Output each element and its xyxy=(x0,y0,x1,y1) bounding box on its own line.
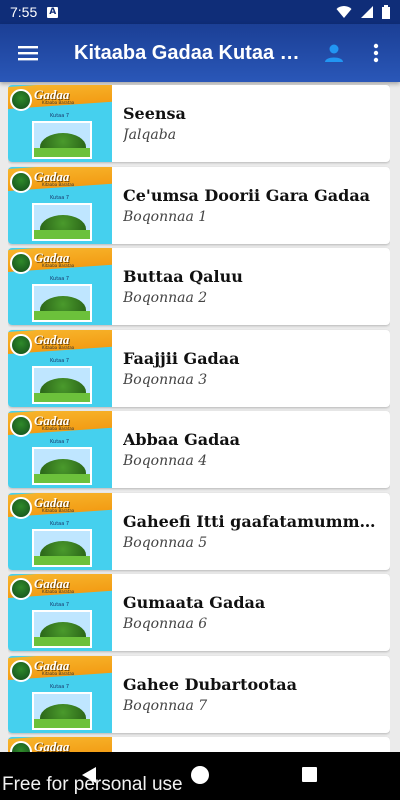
chapter-subtitle: Boqonnaa 7 xyxy=(123,697,208,714)
hill-photo xyxy=(32,610,92,648)
tree-logo-icon xyxy=(10,89,32,111)
thumbnail-subtitle: Kitaaba Barataa xyxy=(42,181,75,187)
recents-icon[interactable] xyxy=(302,767,317,782)
hill-photo xyxy=(32,365,92,404)
app-bar: Kitaaba Gadaa Kutaa 7... xyxy=(0,24,400,82)
chapter-thumbnail: GadaaKitaaba BarataaKutaa 7 xyxy=(8,248,112,325)
thumbnail-grade: Kutaa 7 xyxy=(50,276,70,282)
chapter-subtitle: Boqonnaa 5 xyxy=(123,534,208,551)
chapter-title: Gaheefi Itti gaafatamummaa... xyxy=(123,511,390,531)
thumbnail-grade: Kutaa 7 xyxy=(50,602,70,608)
status-icons xyxy=(336,5,390,19)
thumbnail-subtitle: Kitaaba Barataa xyxy=(42,263,75,268)
thumbnail-grade: Kutaa 7 xyxy=(50,357,70,364)
chapter-text: Gaheefi Itti gaafatamummaa... Boqonnaa 5 xyxy=(123,512,390,551)
chapter-thumbnail: GadaaKitaaba BarataaKutaa 7 xyxy=(8,574,112,651)
chapter-text: Buttaa Qaluu Boqonnaa 2 xyxy=(123,267,390,306)
tree-logo-icon xyxy=(10,496,32,519)
chapter-thumbnail: GadaaKitaaba BarataaKutaa 7 xyxy=(8,411,112,488)
hill-photo xyxy=(32,121,92,159)
chapter-card-partial[interactable]: GadaaKitaaba BarataaKutaa 7 xyxy=(8,737,390,752)
tree-logo-icon xyxy=(10,170,32,193)
battery-icon xyxy=(382,5,390,19)
account-icon[interactable] xyxy=(322,41,346,65)
chapter-card[interactable]: Gadaa Kitaaba Barataa Kutaa 7 Gaheefi Itti … xyxy=(8,492,390,570)
thumbnail-subtitle: Kitaaba Barataa xyxy=(42,589,75,594)
chapter-list[interactable]: Gadaa Kitaaba Barataa Kutaa 7 Seensa Jalqaba… xyxy=(8,84,390,752)
chapter-card[interactable]: Gadaa Kitaaba Barataa Kutaa 7 Ce'umsa Doori… xyxy=(8,166,390,244)
tree-logo-icon xyxy=(10,659,32,682)
chapter-card[interactable]: Gadaa Kitaaba Barataa Kutaa 7 Gumaata Gadaa… xyxy=(8,574,390,651)
tree-logo-icon xyxy=(10,333,32,356)
chapter-thumbnail: GadaaKitaaba BarataaKutaa 7 xyxy=(8,166,112,244)
thumbnail-subtitle: Kitaaba Barataa xyxy=(42,100,75,105)
chapter-thumbnail: GadaaKitaaba BarataaKutaa 7 xyxy=(8,329,112,407)
status-time: 7:55 xyxy=(10,4,38,20)
thumbnail-subtitle: Kitaaba Barataa xyxy=(42,426,75,431)
chapter-title: Ce'umsa Doorii Gara Gadaa xyxy=(123,185,371,205)
chapter-subtitle: Boqonnaa 3 xyxy=(123,371,208,388)
chapter-subtitle: Boqonnaa 2 xyxy=(123,290,208,306)
thumbnail-grade: Kutaa 7 xyxy=(50,520,70,527)
chapter-thumbnail: GadaaKitaaba BarataaKutaa 7 xyxy=(8,492,112,570)
menu-button[interactable] xyxy=(0,24,56,82)
tree-logo-icon xyxy=(10,252,32,274)
tree-logo-icon xyxy=(10,415,32,437)
hill-photo xyxy=(32,447,92,485)
chapter-thumbnail: GadaaKitaaba BarataaKutaa 7 xyxy=(8,655,112,733)
chapter-subtitle: Boqonnaa 6 xyxy=(123,616,208,632)
chapter-text: Abbaa Gadaa Boqonnaa 4 xyxy=(123,430,390,469)
chapter-title: Faajjii Gadaa xyxy=(123,348,240,368)
chapter-title: Gahee Dubartootaa xyxy=(123,674,297,694)
chapter-thumbnail: GadaaKitaaba BarataaKutaa 7 xyxy=(8,737,112,752)
chapter-card[interactable]: Gadaa Kitaaba Barataa Kutaa 7 Abbaa Gadaa Bo… xyxy=(8,411,390,488)
status-bar: 7:55 A xyxy=(0,0,400,24)
chapter-text: Gumaata Gadaa Boqonnaa 6 xyxy=(123,593,390,632)
thumbnail-subtitle: Kitaaba Barataa xyxy=(42,507,75,513)
hill-photo xyxy=(32,202,92,241)
thumbnail-grade: Kutaa 7 xyxy=(50,113,70,119)
chapter-text: Ce'umsa Doorii Gara Gadaa Boqonnaa 1 xyxy=(123,186,390,225)
chapter-title: Abbaa Gadaa xyxy=(123,430,241,449)
thumbnail-subtitle: Kitaaba Barataa xyxy=(42,344,75,350)
chapter-subtitle: Boqonnaa 4 xyxy=(123,453,208,469)
hill-photo xyxy=(32,691,92,730)
hamburger-menu-icon xyxy=(18,46,38,61)
home-icon[interactable] xyxy=(191,766,209,784)
tree-logo-icon xyxy=(10,578,32,600)
signal-icon xyxy=(361,6,373,18)
chapter-text: Gahee Dubartootaa Boqonnaa 7 xyxy=(123,675,390,714)
chapter-card[interactable]: Gadaa Kitaaba Barataa Kutaa 7 Seensa Jalqaba xyxy=(8,85,390,162)
chapter-card[interactable]: Gadaa Kitaaba Barataa Kutaa 7 Faajjii Gadaa… xyxy=(8,329,390,407)
thumbnail-grade: Kutaa 7 xyxy=(50,439,70,445)
thumbnail-brand: Gadaa xyxy=(34,739,70,752)
chapter-card[interactable]: Gadaa Kitaaba Barataa Kutaa 7 Gahee Dubarto… xyxy=(8,655,390,733)
chapter-card[interactable]: Gadaa Kitaaba Barataa Kutaa 7 Buttaa Qaluu B… xyxy=(8,248,390,325)
chapter-text: Faajjii Gadaa Boqonnaa 3 xyxy=(123,349,390,388)
chapter-title: Gumaata Gadaa xyxy=(123,593,266,612)
hill-photo xyxy=(32,528,92,567)
thumbnail-grade: Kutaa 7 xyxy=(50,194,70,201)
chapter-subtitle: Boqonnaa 1 xyxy=(123,208,208,225)
chapter-subtitle: Jalqaba xyxy=(123,127,177,143)
notification-a-icon: A xyxy=(47,6,59,18)
thumbnail-subtitle: Kitaaba Barataa xyxy=(42,670,75,676)
wifi-icon xyxy=(336,6,352,19)
chapter-text: Seensa Jalqaba xyxy=(123,104,390,143)
app-title: Kitaaba Gadaa Kutaa 7... xyxy=(74,41,304,64)
chapter-thumbnail: GadaaKitaaba BarataaKutaa 7 xyxy=(8,85,112,162)
thumbnail-grade: Kutaa 7 xyxy=(50,683,70,690)
hill-photo xyxy=(32,284,92,322)
chapter-title: Buttaa Qaluu xyxy=(123,267,243,286)
chapter-title: Seensa xyxy=(123,104,186,123)
watermark-text: Free for personal use xyxy=(2,774,183,795)
more-options-icon[interactable] xyxy=(368,41,384,65)
